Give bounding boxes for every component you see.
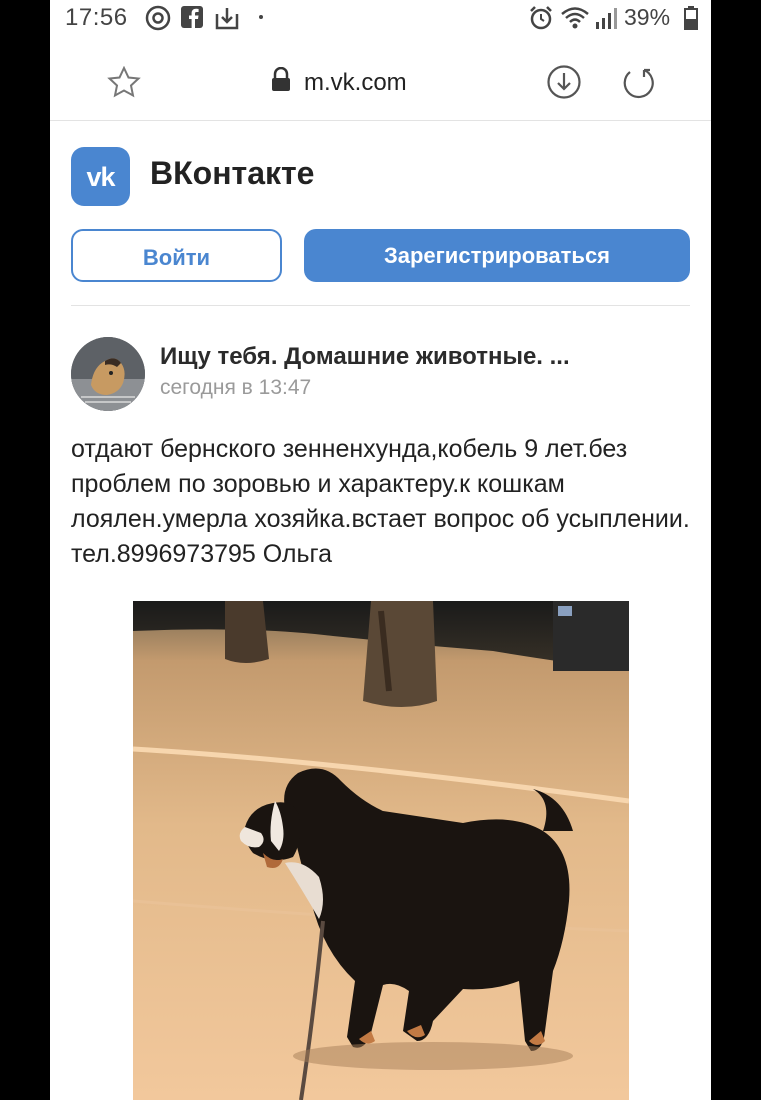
login-button[interactable]: Войти xyxy=(71,229,282,282)
download-circle-icon[interactable] xyxy=(546,64,582,100)
at-icon xyxy=(145,5,171,31)
download-icon xyxy=(215,8,239,30)
star-icon[interactable] xyxy=(107,66,141,98)
vk-logo[interactable]: vk xyxy=(71,147,130,206)
status-bar: 17:56 39% xyxy=(50,0,711,36)
reload-icon[interactable] xyxy=(620,64,656,100)
post-text: отдают бернского зенненхунда,кобель 9 ле… xyxy=(71,435,690,568)
wifi-icon xyxy=(561,7,589,29)
notification-dot-icon xyxy=(259,15,263,19)
dog-photo xyxy=(132,601,630,1100)
facebook-icon xyxy=(181,6,203,29)
phone-screen: 17:56 39% m.vk.com vk ВКонтакте Войти За… xyxy=(50,0,711,1100)
post-photo[interactable] xyxy=(132,601,630,1100)
avatar-image xyxy=(71,337,145,411)
signal-icon xyxy=(596,8,617,29)
url-text[interactable]: m.vk.com xyxy=(304,69,407,97)
post-time[interactable]: сегодня в 13:47 xyxy=(160,376,311,400)
alarm-icon xyxy=(530,6,552,30)
status-time: 17:56 xyxy=(65,4,128,31)
group-avatar[interactable] xyxy=(71,337,145,411)
battery-percentage: 39% xyxy=(624,4,671,30)
browser-address-bar: m.vk.com xyxy=(50,50,711,121)
brand-title: ВКонтакте xyxy=(150,155,315,191)
post-author[interactable]: Ищу тебя. Домашние животные. ... xyxy=(160,343,570,371)
lock-icon xyxy=(272,67,290,91)
battery-icon xyxy=(684,6,698,30)
register-button[interactable]: Зарегистрироваться xyxy=(304,229,690,282)
vk-logo-text: vk xyxy=(86,162,115,192)
divider xyxy=(71,305,690,306)
